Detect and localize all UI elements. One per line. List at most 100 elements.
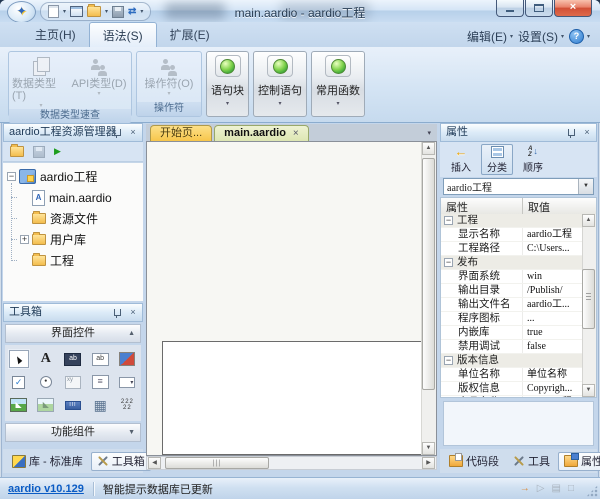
- editor-horizontal-scrollbar[interactable]: ◀ ||| ▶: [146, 456, 437, 470]
- close-button[interactable]: ×: [554, 0, 592, 17]
- close-panel-icon[interactable]: ×: [581, 127, 593, 139]
- page-icon[interactable]: □: [568, 484, 574, 494]
- open-dropdown-icon[interactable]: ▾: [105, 9, 108, 15]
- menu-edit[interactable]: 编辑(E) ▾: [467, 28, 513, 45]
- tree-node-project-folder[interactable]: 工程: [3, 250, 143, 271]
- run-icon[interactable]: ▶: [54, 147, 61, 156]
- control-statement-button[interactable]: 控制语句 ▾: [253, 51, 307, 117]
- expand-icon[interactable]: +: [20, 235, 29, 244]
- object-selector[interactable]: aardio工程 ▼: [443, 178, 594, 195]
- scroll-up-icon[interactable]: ▲: [422, 142, 435, 155]
- tab-toolbox[interactable]: 工具箱: [91, 452, 151, 471]
- tab-main-aardio[interactable]: main.aardio ×: [214, 125, 309, 141]
- tab-start-page[interactable]: 开始页...: [150, 125, 212, 141]
- property-category[interactable]: −版本信息: [441, 354, 583, 368]
- property-category[interactable]: −工程: [441, 214, 583, 228]
- menu-help[interactable]: ? ▾: [569, 29, 590, 44]
- sort-button[interactable]: AZ ↓ 顺序: [517, 144, 549, 175]
- tab-snippets[interactable]: 代码段: [443, 452, 505, 471]
- scroll-right-icon[interactable]: ▶: [422, 457, 435, 469]
- api-type-button[interactable]: API类型(D) ▾: [70, 54, 128, 109]
- toolbox-icon-panel[interactable]: xy: [63, 373, 83, 391]
- tab-home[interactable]: 主页(H): [22, 22, 89, 47]
- collapse-icon[interactable]: −: [7, 172, 16, 181]
- toolbox-icon-textbox[interactable]: ab: [63, 350, 83, 368]
- scroll-down-icon[interactable]: ▼: [582, 384, 595, 397]
- property-row[interactable]: 版权信息Copyrigh...: [441, 382, 583, 396]
- toolbox-icon-image[interactable]: ◣: [36, 396, 56, 414]
- editor-vertical-scrollbar[interactable]: ▲ ▼: [421, 142, 436, 455]
- vertical-scroll-thumb[interactable]: [422, 158, 435, 390]
- toolbox-icon-radio[interactable]: ●: [36, 373, 56, 391]
- save-project-icon[interactable]: [33, 146, 45, 158]
- new-document-icon[interactable]: [48, 5, 59, 18]
- datatype-button[interactable]: 数据类型(T) ▾: [12, 54, 70, 109]
- toolbox-icon-edit[interactable]: ab: [90, 350, 110, 368]
- common-functions-button[interactable]: 常用函数 ▾: [311, 51, 365, 117]
- app-logo-button[interactable]: ✦: [7, 1, 36, 23]
- tab-extend[interactable]: 扩展(E): [157, 22, 223, 47]
- tree-node-resources[interactable]: 资源文件: [3, 208, 143, 229]
- toolbox-icon-checkbox[interactable]: ✓: [9, 373, 29, 391]
- toolbox-icon-numeric[interactable]: 22222: [117, 396, 137, 414]
- scroll-down-icon[interactable]: ▼: [422, 442, 435, 455]
- open-folder-icon[interactable]: [87, 6, 101, 17]
- new-document-dropdown-icon[interactable]: ▾: [63, 9, 66, 15]
- toolbox-icon-combobox[interactable]: ▾: [117, 373, 137, 391]
- horizontal-scroll-thumb[interactable]: |||: [165, 457, 269, 469]
- toolbox-section-ui-controls[interactable]: 界面控件 ▲: [5, 324, 141, 343]
- new-window-icon[interactable]: [70, 6, 83, 17]
- code-editor[interactable]: ▲ ▼: [146, 141, 437, 456]
- property-row[interactable]: 输出目录/Publish/: [441, 284, 583, 298]
- tree-node-user-lib[interactable]: + 用户库: [3, 229, 143, 250]
- property-row[interactable]: 单位名称单位名称: [441, 368, 583, 382]
- open-project-icon[interactable]: [10, 146, 24, 157]
- toolbox-icon-picturebox[interactable]: ◣: [9, 396, 29, 414]
- tab-properties[interactable]: 属性: [558, 452, 600, 471]
- toolbox-icon-listbox[interactable]: ≡: [90, 373, 110, 391]
- property-row[interactable]: 输出文件名aardio工...: [441, 298, 583, 312]
- toolbox-icon-button[interactable]: III: [63, 396, 83, 414]
- selector-dropdown-icon[interactable]: ▼: [578, 179, 593, 194]
- scroll-left-icon[interactable]: ◀: [148, 457, 161, 469]
- docs-icon[interactable]: ▤: [552, 484, 561, 494]
- tab-syntax[interactable]: 语法(S): [89, 22, 157, 47]
- scroll-up-icon[interactable]: ▲: [582, 214, 595, 227]
- version-link[interactable]: aardio v10.129: [8, 483, 84, 495]
- grid-scroll-thumb[interactable]: [582, 269, 595, 329]
- menu-settings[interactable]: 设置(S) ▾: [518, 28, 564, 45]
- property-row[interactable]: 内嵌库true: [441, 326, 583, 340]
- operator-button[interactable]: 操作符(O) ▾: [140, 54, 198, 102]
- categorize-button[interactable]: 分类: [481, 144, 513, 175]
- property-row[interactable]: 产品名称aardio工程: [441, 396, 583, 397]
- minimize-button[interactable]: [496, 0, 524, 17]
- toolbox-icon-listview[interactable]: ▦: [90, 396, 110, 414]
- property-row[interactable]: 显示名称aardio工程: [441, 228, 583, 242]
- maximize-button[interactable]: [525, 0, 553, 17]
- toolbox-icon-richedit[interactable]: [117, 350, 137, 368]
- close-panel-icon[interactable]: ×: [127, 127, 139, 139]
- close-tab-icon[interactable]: ×: [293, 129, 299, 139]
- tree-node-main-aardio[interactable]: A main.aardio: [3, 187, 143, 208]
- pin-icon[interactable]: [111, 307, 123, 319]
- property-category[interactable]: −发布: [441, 256, 583, 270]
- tab-list-dropdown-icon[interactable]: ▾: [427, 129, 431, 137]
- property-row[interactable]: 程序图标...: [441, 312, 583, 326]
- statement-block-button[interactable]: 语句块 ▾: [206, 51, 249, 117]
- resize-grip[interactable]: [586, 485, 598, 497]
- property-row[interactable]: 工程路径C:\Users...: [441, 242, 583, 256]
- grid-vertical-scrollbar[interactable]: ▲ ▼: [582, 214, 596, 397]
- toolbox-section-components[interactable]: 功能组件 ▼: [5, 423, 141, 442]
- goto-icon[interactable]: →: [520, 484, 530, 494]
- pin-icon[interactable]: [111, 127, 123, 139]
- tab-library[interactable]: 库 - 标准库: [6, 452, 89, 471]
- toolbox-icon-static-text[interactable]: A: [36, 350, 56, 368]
- run-status-icon[interactable]: ▷: [537, 484, 545, 494]
- close-panel-icon[interactable]: ×: [127, 307, 139, 319]
- property-row[interactable]: 界面系统win: [441, 270, 583, 284]
- property-row[interactable]: 禁用调试false: [441, 340, 583, 354]
- pin-icon[interactable]: [565, 127, 577, 139]
- tree-node-project-root[interactable]: − aardio工程: [3, 166, 143, 187]
- toolbox-icon-pointer[interactable]: ▲: [9, 350, 29, 368]
- insert-button[interactable]: ← 插入: [445, 144, 477, 175]
